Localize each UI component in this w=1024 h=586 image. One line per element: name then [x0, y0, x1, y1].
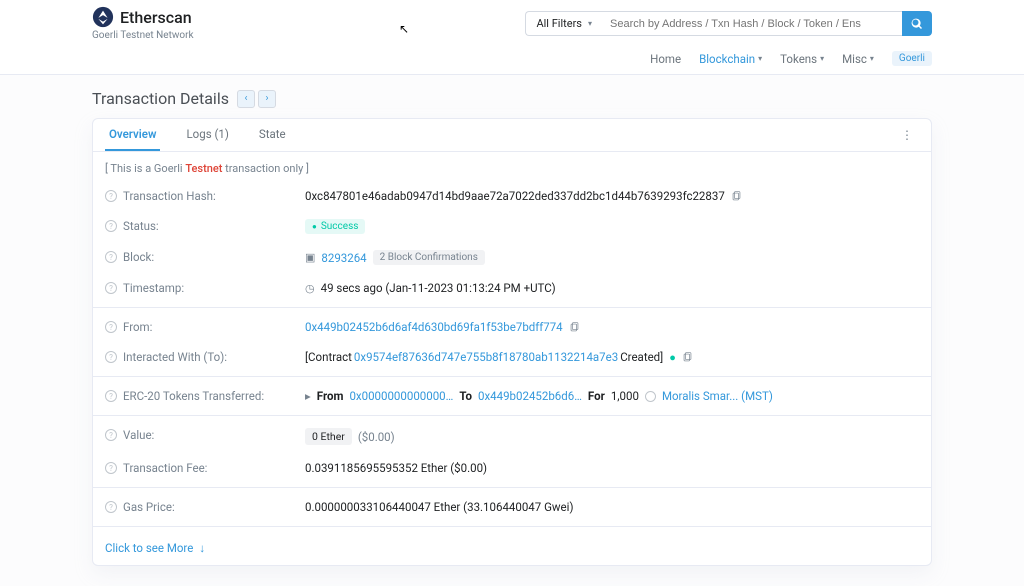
label-txhash: Transaction Hash: — [123, 189, 216, 203]
nav-blockchain[interactable]: Blockchain▾ — [699, 52, 762, 66]
chevron-down-icon: ▾ — [588, 19, 592, 28]
search-group: All Filters ▾ — [525, 11, 932, 36]
erc20-token-link[interactable]: Moralis Smar... (MST) — [662, 389, 773, 403]
arrow-down-icon: ↓ — [199, 541, 205, 555]
brand-name: Etherscan — [120, 8, 192, 27]
row-timestamp: ? Timestamp: ◷ 49 secs ago (Jan-11-2023 0… — [93, 273, 931, 303]
help-icon[interactable]: ? — [105, 190, 117, 202]
check-circle-icon: ● — [669, 351, 676, 364]
search-filter-dropdown[interactable]: All Filters ▾ — [525, 11, 602, 36]
search-filter-label: All Filters — [536, 17, 582, 30]
help-icon[interactable]: ? — [105, 462, 117, 474]
chevron-down-icon: ▾ — [820, 54, 824, 63]
status-badge: Success — [305, 219, 365, 234]
tabs: Overview Logs (1) State ⋮ — [93, 119, 931, 152]
label-fee: Transaction Fee: — [123, 461, 207, 475]
help-icon[interactable]: ? — [105, 321, 117, 333]
fee-value: 0.0391185695595352 Ether ($0.00) — [305, 461, 487, 475]
prev-txn-button[interactable]: ‹ — [237, 90, 255, 108]
more-options-button[interactable]: ⋮ — [895, 124, 919, 146]
row-from: ? From: 0x449b02452b6d6af4d630bd69fa1f53b… — [93, 312, 931, 342]
chevron-down-icon: ▾ — [758, 54, 762, 63]
erc20-to-link[interactable]: 0x449b02452b6d6… — [478, 389, 582, 403]
label-erc20: ERC-20 Tokens Transferred: — [123, 389, 264, 403]
row-erc20: ?ERC-20 Tokens Transferred: ▸ From 0x000… — [93, 381, 931, 411]
value-usd: ($0.00) — [358, 430, 395, 444]
label-to: Interacted With (To): — [123, 350, 227, 364]
tab-overview[interactable]: Overview — [105, 119, 160, 151]
copy-icon[interactable] — [731, 191, 742, 202]
brand-logo[interactable]: Etherscan — [92, 6, 194, 28]
help-icon[interactable]: ? — [105, 282, 117, 294]
row-value: ? Value: 0 Ether ($0.00) — [93, 420, 931, 453]
tab-logs[interactable]: Logs (1) — [182, 119, 232, 151]
txhash-value: 0xc847801e46adab0947d14bd9aae72a7022ded3… — [305, 189, 725, 203]
row-gasprice: ? Gas Price: 0.000000033106440047 Ether (… — [93, 492, 931, 522]
tab-state[interactable]: State — [255, 119, 290, 151]
row-status: ? Status: Success — [93, 211, 931, 242]
label-gasprice: Gas Price: — [123, 500, 175, 514]
help-icon[interactable]: ? — [105, 501, 117, 513]
block-number-link[interactable]: 8293264 — [321, 251, 366, 265]
clock-icon: ◷ — [305, 282, 315, 295]
help-icon[interactable]: ? — [105, 251, 117, 263]
row-to: ?Interacted With (To): [Contract 0x9574e… — [93, 342, 931, 372]
token-icon — [645, 391, 656, 402]
gasprice-value: 0.000000033106440047 Ether (33.106440047… — [305, 500, 573, 514]
search-input[interactable] — [602, 11, 902, 36]
search-button[interactable] — [902, 11, 932, 36]
row-txhash: ? Transaction Hash: 0xc847801e46adab0947d… — [93, 181, 931, 211]
help-icon[interactable]: ? — [105, 390, 117, 402]
nav-misc[interactable]: Misc▾ — [842, 52, 874, 66]
copy-icon[interactable] — [682, 352, 693, 363]
timestamp-value: 49 secs ago (Jan-11-2023 01:13:24 PM +UT… — [321, 281, 556, 295]
brand-block: Etherscan Goerli Testnet Network — [92, 6, 194, 41]
row-block: ? Block: ▣ 8293264 2 Block Confirmations — [93, 242, 931, 273]
label-block: Block: — [123, 250, 154, 264]
copy-icon[interactable] — [569, 322, 580, 333]
network-label: Goerli Testnet Network — [92, 30, 194, 41]
help-icon[interactable]: ? — [105, 220, 117, 232]
nav-tokens[interactable]: Tokens▾ — [780, 52, 824, 66]
block-confirmations: 2 Block Confirmations — [373, 250, 485, 265]
label-value: Value: — [123, 428, 154, 442]
value-ether: 0 Ether — [305, 428, 352, 445]
txn-card: Overview Logs (1) State ⋮ [ This is a Go… — [92, 118, 932, 566]
row-fee: ? Transaction Fee: 0.0391185695595352 Eth… — [93, 453, 931, 483]
network-pill[interactable]: Goerli — [892, 51, 932, 66]
label-from: From: — [123, 320, 152, 334]
help-icon[interactable]: ? — [105, 429, 117, 441]
label-status: Status: — [123, 219, 159, 233]
main-nav: Home Blockchain▾ Tokens▾ Misc▾ Goerli — [92, 47, 932, 74]
erc20-from-link[interactable]: 0x0000000000000… — [349, 389, 453, 403]
search-icon — [911, 18, 923, 30]
bullet-icon: ▸ — [305, 389, 311, 403]
to-address-link[interactable]: 0x9574ef87636d747e755b8f18780ab1132214a7… — [354, 350, 618, 364]
erc20-amount: 1,000 — [611, 389, 639, 403]
help-icon[interactable]: ? — [105, 351, 117, 363]
block-icon: ▣ — [305, 251, 315, 264]
page-header: Transaction Details ‹ › — [92, 75, 932, 118]
topbar: Etherscan Goerli Testnet Network All Fil… — [0, 0, 1024, 75]
next-txn-button[interactable]: › — [258, 90, 276, 108]
from-address-link[interactable]: 0x449b02452b6d6af4d630bd69fa1f53be7bdff7… — [305, 320, 563, 334]
label-timestamp: Timestamp: — [123, 281, 184, 295]
etherscan-logo-icon — [92, 6, 114, 28]
testnet-notice: [ This is a Goerli Testnet transaction o… — [93, 152, 931, 181]
see-more-button[interactable]: Click to see More ↓ — [93, 531, 931, 565]
page-title: Transaction Details — [92, 89, 229, 108]
chevron-down-icon: ▾ — [870, 54, 874, 63]
nav-home[interactable]: Home — [650, 52, 681, 66]
